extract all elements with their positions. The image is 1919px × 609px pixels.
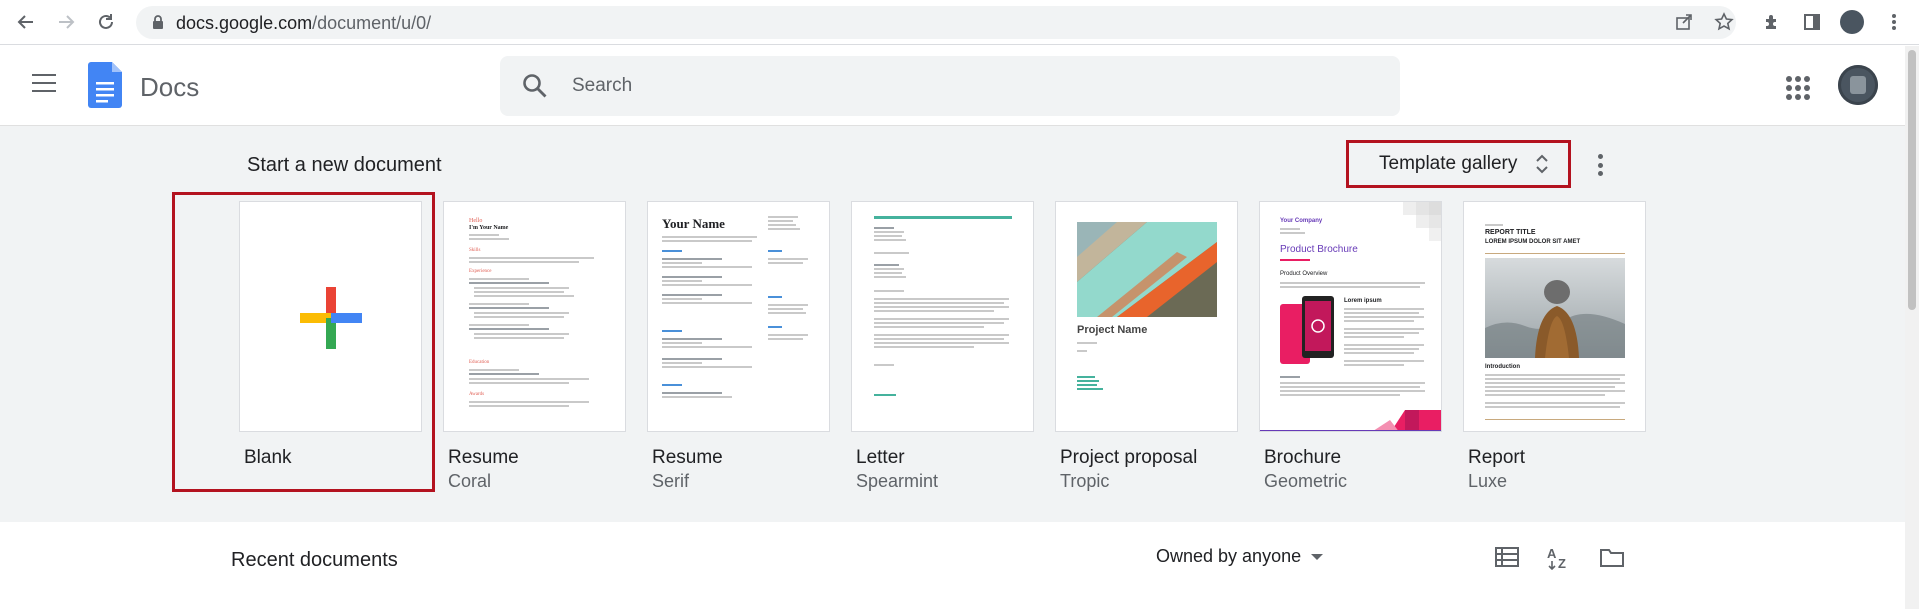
svg-text:A: A [1547, 546, 1557, 561]
folder-icon[interactable] [1599, 544, 1625, 570]
coral-skills: Skills [469, 248, 481, 253]
unfold-icon [1536, 154, 1548, 174]
brochure-thumbnail[interactable]: Your Company Product Brochure Product Ov… [1259, 201, 1442, 432]
owner-filter-dropdown[interactable]: Owned by anyone [1156, 546, 1324, 567]
report-title: REPORT TITLE [1485, 229, 1536, 236]
forward-icon[interactable] [54, 10, 78, 34]
share-icon[interactable] [1672, 10, 1696, 34]
list-view-icon[interactable] [1494, 544, 1520, 570]
resume-serif-thumbnail[interactable]: Your Name [647, 201, 830, 432]
svg-text:Z: Z [1558, 556, 1566, 570]
dropdown-caret-icon [1311, 553, 1324, 560]
docs-logo-icon[interactable] [88, 62, 122, 108]
template-name: Brochure [1264, 447, 1342, 468]
template-section: Start a new document Template gallery Bl… [0, 126, 1905, 522]
template-name: Letter [856, 447, 905, 468]
template-subtitle: Geometric [1264, 471, 1348, 491]
template-subtitle: Spearmint [856, 471, 939, 491]
back-icon[interactable] [14, 10, 38, 34]
template-subtitle: Luxe [1468, 471, 1508, 491]
plus-icon [300, 287, 362, 349]
template-subtitle: Coral [448, 471, 492, 491]
coral-awards: Awards [469, 392, 485, 397]
template-brochure-geometric[interactable]: Your Company Product Brochure Product Ov… [1259, 201, 1463, 491]
template-gallery-button[interactable]: Template gallery [1346, 140, 1571, 188]
google-apps-icon[interactable] [1786, 76, 1810, 100]
template-name: Report [1468, 447, 1526, 468]
template-subtitle: Tropic [1060, 471, 1110, 491]
browser-menu-icon[interactable] [1882, 10, 1906, 34]
extensions-icon[interactable] [1760, 10, 1784, 34]
proposal-project-name: Project Name [1077, 324, 1148, 336]
brochure-lorem: Lorem ipsum [1344, 298, 1382, 304]
owner-filter-label: Owned by anyone [1156, 546, 1302, 566]
start-new-document-title: Start a new document [247, 154, 442, 176]
serif-your-name: Your Name [662, 216, 725, 231]
main-menu-icon[interactable] [32, 74, 56, 94]
report-thumbnail[interactable]: REPORT TITLE LOREM IPSUM DOLOR SIT AMET … [1463, 201, 1646, 432]
docs-header: Docs Search [0, 46, 1919, 126]
more-options-icon[interactable] [1598, 154, 1604, 176]
brochure-title: Product Brochure [1280, 244, 1358, 255]
coral-experience: Experience [469, 269, 492, 274]
search-icon[interactable] [522, 73, 548, 99]
search-bar[interactable]: Search [500, 56, 1400, 116]
side-panel-icon[interactable] [1800, 10, 1824, 34]
project-proposal-thumbnail[interactable]: Project Name [1055, 201, 1238, 432]
url-path: /document/u/0/ [312, 13, 432, 33]
url-text: docs.google.com/document/u/0/ [176, 13, 431, 34]
address-bar[interactable]: docs.google.com/document/u/0/ [136, 6, 1736, 39]
coral-education: Education [469, 360, 490, 365]
template-resume-serif[interactable]: Your Name Resume Serif [647, 201, 851, 491]
app-name[interactable]: Docs [140, 72, 199, 103]
template-name: Resume [448, 447, 519, 468]
reload-icon[interactable] [94, 10, 118, 34]
template-gallery-label: Template gallery [1379, 153, 1518, 174]
sort-az-icon[interactable]: A Z [1546, 544, 1572, 570]
template-resume-coral[interactable]: Hello I'm Your Name Skills Experience Ed… [443, 201, 647, 491]
template-report-luxe[interactable]: REPORT TITLE LOREM IPSUM DOLOR SIT AMET … [1463, 201, 1667, 491]
bookmark-star-icon[interactable] [1712, 10, 1736, 34]
brochure-section: Product Overview [1280, 271, 1328, 277]
coral-hello: Hello [469, 218, 483, 224]
template-name: Resume [652, 447, 723, 468]
letter-spearmint-thumbnail[interactable] [851, 201, 1034, 432]
search-input[interactable]: Search [572, 75, 632, 97]
recent-documents-title: Recent documents [231, 549, 398, 571]
page-scrollbar[interactable] [1905, 46, 1919, 609]
profile-avatar-small[interactable] [1840, 10, 1864, 34]
account-avatar[interactable] [1838, 65, 1878, 105]
browser-toolbar: docs.google.com/document/u/0/ [0, 0, 1919, 45]
template-name: Project proposal [1060, 447, 1198, 468]
blank-thumbnail[interactable] [239, 201, 422, 432]
template-letter-spearmint[interactable]: Letter Spearmint [851, 201, 1055, 491]
coral-name: I'm Your Name [469, 225, 509, 231]
url-host: docs.google.com [176, 13, 313, 33]
template-blank[interactable]: Blank [239, 201, 443, 468]
lock-icon[interactable] [150, 14, 166, 30]
template-project-proposal-tropic[interactable]: Project Name Project proposal Tropic [1055, 201, 1259, 491]
brochure-company: Your Company [1280, 218, 1323, 224]
report-subtitle: LOREM IPSUM DOLOR SIT AMET [1485, 239, 1581, 245]
template-name: Blank [244, 447, 292, 468]
template-subtitle: Serif [652, 471, 690, 491]
resume-coral-thumbnail[interactable]: Hello I'm Your Name Skills Experience Ed… [443, 201, 626, 432]
report-introduction: Introduction [1485, 364, 1520, 370]
